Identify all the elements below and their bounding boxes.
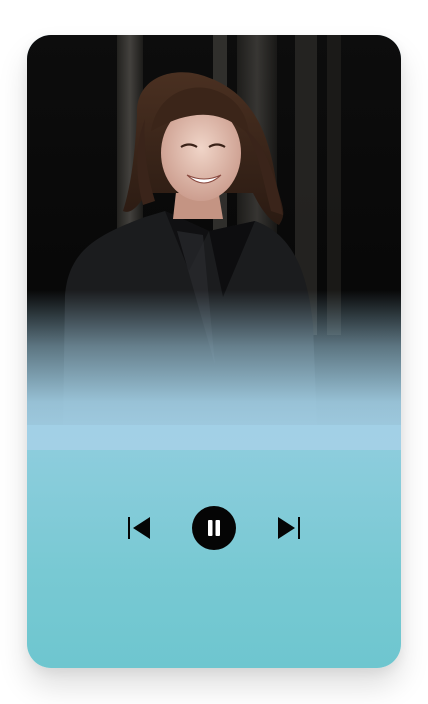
skip-previous-icon — [128, 517, 150, 539]
next-track-button[interactable] — [272, 515, 304, 541]
page — [0, 0, 428, 704]
music-player-card — [27, 35, 401, 668]
artwork-fade-overlay — [27, 290, 401, 450]
pause-icon — [208, 520, 220, 536]
previous-track-button[interactable] — [124, 515, 156, 541]
play-pause-button[interactable] — [192, 506, 236, 550]
skip-next-icon — [278, 517, 300, 539]
playback-controls — [27, 505, 401, 551]
